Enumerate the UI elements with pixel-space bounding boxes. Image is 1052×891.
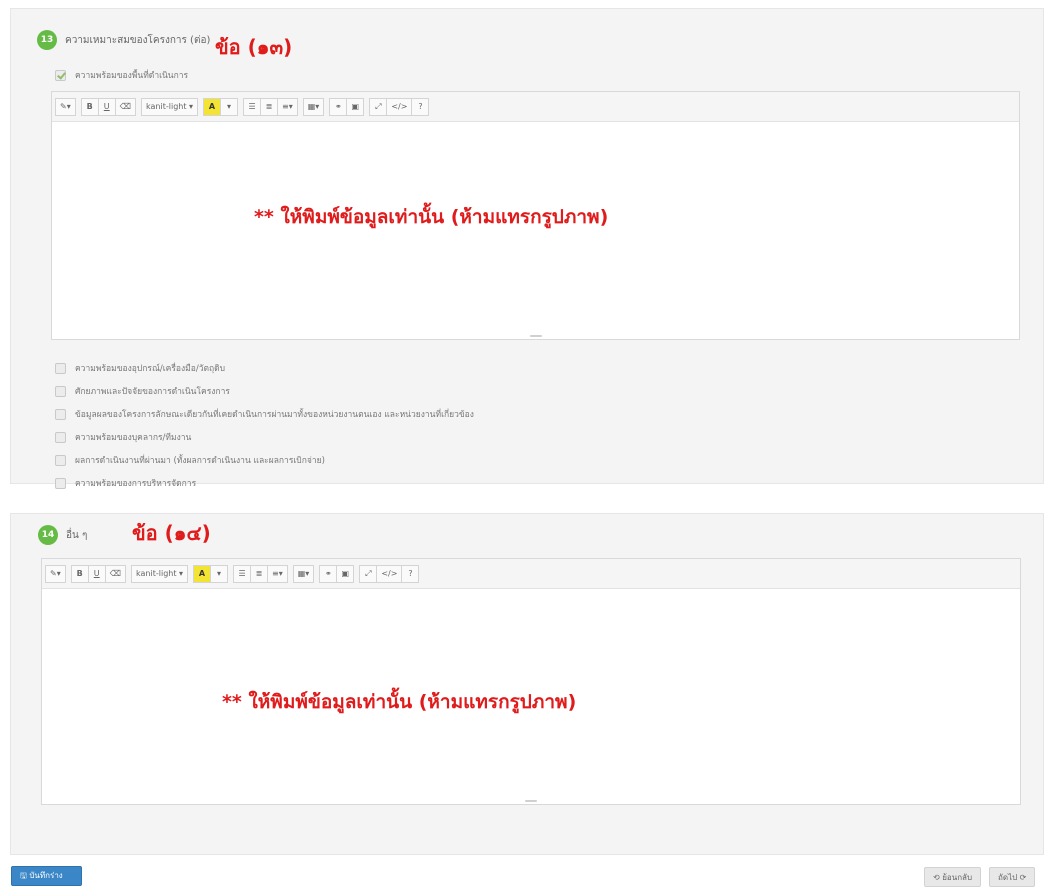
section-14-number: 14 [38, 525, 58, 545]
unordered-list-icon[interactable]: ☰ [243, 97, 262, 116]
save-draft-button[interactable]: 🖫 บันทึกร่าง [11, 866, 82, 886]
checkbox-project-potential[interactable]: ศักยภาพและปัจจัยของการดำเนินโครงการ [55, 384, 230, 398]
checkbox-label: ข้อมูลผลของโครงการลักษณะเดียวกันที่เคยดำ… [75, 410, 474, 420]
font-family-dropdown[interactable]: kanit-light ▾ [141, 97, 199, 116]
section-13-number: 13 [37, 30, 57, 50]
checkbox-label: ความพร้อมของอุปกรณ์/เครื่องมือ/วัตถุดิบ [75, 364, 226, 374]
code-view-icon[interactable]: </> [376, 564, 403, 583]
checkbox-equipment-readiness[interactable]: ความพร้อมของอุปกรณ์/เครื่องมือ/วัตถุดิบ [55, 361, 225, 375]
bold-button[interactable]: B [70, 564, 89, 583]
checkbox-staff-readiness[interactable]: ความพร้อมของบุคลากร/ทีมงาน [55, 430, 191, 444]
section-13-annotation: ข้อ (๑๓) [215, 35, 293, 59]
bold-button[interactable]: B [80, 97, 99, 116]
code-view-icon[interactable]: </> [386, 97, 413, 116]
paragraph-align-dropdown[interactable]: ≡▾ [267, 564, 288, 583]
eraser-icon[interactable]: ⌫ [114, 97, 137, 116]
font-color-button[interactable]: A [203, 97, 222, 116]
magic-style-button[interactable]: ✎▾ [45, 564, 66, 583]
link-icon[interactable]: ⚭ [329, 97, 348, 116]
section-14-header: 14 อื่น ๆ [38, 525, 87, 545]
picture-icon[interactable]: ▣ [336, 564, 355, 583]
section-13-editor-note: ** ให้พิมพ์ข้อมูลเท่านั้น (ห้ามแทรกรูปภา… [254, 206, 609, 228]
section-13-header: 13 ความเหมาะสมของโครงการ (ต่อ) [37, 30, 210, 50]
picture-icon[interactable]: ▣ [346, 97, 365, 116]
font-color-caret-icon[interactable]: ▾ [220, 97, 239, 116]
ordered-list-icon[interactable]: ≣ [250, 564, 269, 583]
checkbox-label: ความพร้อมของพื้นที่ดำเนินการ [75, 71, 189, 81]
checkbox-label: ผลการดำเนินงานที่ผ่านมา (ทั้งผลการดำเนิน… [75, 456, 325, 466]
magic-style-button[interactable]: ✎▾ [55, 97, 76, 116]
next-button[interactable]: ถัดไป ⟳ [989, 867, 1036, 887]
section-14-annotation: ข้อ (๑๔) [132, 521, 211, 545]
checkbox-icon[interactable] [55, 362, 66, 374]
checkbox-site-readiness[interactable]: ความพร้อมของพื้นที่ดำเนินการ [55, 68, 188, 82]
editor-resize-handle[interactable] [529, 335, 542, 337]
section-13-editor: ✎▾ B U ⌫ kanit-light ▾ A ▾ ☰ ≣ ≡▾ ▦▾ ⚭ ▣… [51, 91, 1020, 340]
editor-toolbar: ✎▾ B U ⌫ kanit-light ▾ A ▾ ☰ ≣ ≡▾ ▦▾ ⚭ ▣… [52, 92, 1019, 122]
link-icon[interactable]: ⚭ [319, 564, 338, 583]
table-dropdown[interactable]: ▦▾ [302, 97, 325, 116]
editor-resize-handle[interactable] [525, 800, 537, 802]
underline-button[interactable]: U [97, 97, 116, 116]
checkbox-label: ความพร้อมของบุคลากร/ทีมงาน [75, 433, 192, 443]
section-13-title: ความเหมาะสมของโครงการ (ต่อ) [65, 34, 211, 46]
eraser-icon[interactable]: ⌫ [104, 564, 127, 583]
checkbox-label: ความพร้อมของการบริหารจัดการ [75, 479, 197, 489]
help-icon[interactable]: ? [411, 97, 430, 116]
checkbox-icon[interactable] [55, 385, 66, 397]
checkbox-management-readiness[interactable]: ความพร้อมของการบริหารจัดการ [55, 476, 196, 490]
paragraph-align-dropdown[interactable]: ≡▾ [277, 97, 298, 116]
back-button[interactable]: ⟲ ย้อนกลับ [924, 867, 982, 887]
font-color-caret-icon[interactable]: ▾ [210, 564, 229, 583]
checkbox-similar-project-results[interactable]: ข้อมูลผลของโครงการลักษณะเดียวกันที่เคยดำ… [55, 407, 474, 421]
section-14-editor-note: ** ให้พิมพ์ข้อมูลเท่านั้น (ห้ามแทรกรูปภา… [222, 691, 577, 713]
editor-toolbar: ✎▾ B U ⌫ kanit-light ▾ A ▾ ☰ ≣ ≡▾ ▦▾ ⚭ ▣… [42, 559, 1020, 589]
section-14-panel: 14 อื่น ๆ ข้อ (๑๔) ✎▾ B U ⌫ kanit-light … [10, 513, 1044, 855]
unordered-list-icon[interactable]: ☰ [233, 564, 252, 583]
checkbox-label: ศักยภาพและปัจจัยของการดำเนินโครงการ [75, 387, 230, 397]
checkbox-checked-icon[interactable] [55, 69, 66, 81]
font-family-dropdown[interactable]: kanit-light ▾ [131, 564, 189, 583]
checkbox-icon[interactable] [55, 454, 66, 466]
help-icon[interactable]: ? [401, 564, 420, 583]
section-14-editor: ✎▾ B U ⌫ kanit-light ▾ A ▾ ☰ ≣ ≡▾ ▦▾ ⚭ ▣… [41, 558, 1021, 805]
table-dropdown[interactable]: ▦▾ [292, 564, 315, 583]
checkbox-past-performance[interactable]: ผลการดำเนินงานที่ผ่านมา (ทั้งผลการดำเนิน… [55, 453, 325, 467]
fullscreen-icon[interactable]: ⤢ [369, 97, 388, 116]
checkbox-icon[interactable] [55, 431, 66, 443]
font-color-button[interactable]: A [193, 564, 212, 583]
checkbox-icon[interactable] [55, 477, 66, 489]
ordered-list-icon[interactable]: ≣ [260, 97, 279, 116]
checkbox-icon[interactable] [55, 408, 66, 420]
section-13-panel: 13 ความเหมาะสมของโครงการ (ต่อ) ข้อ (๑๓) … [10, 8, 1044, 489]
fullscreen-icon[interactable]: ⤢ [359, 564, 378, 583]
underline-button[interactable]: U [87, 564, 106, 583]
section-14-title: อื่น ๆ [66, 529, 88, 541]
